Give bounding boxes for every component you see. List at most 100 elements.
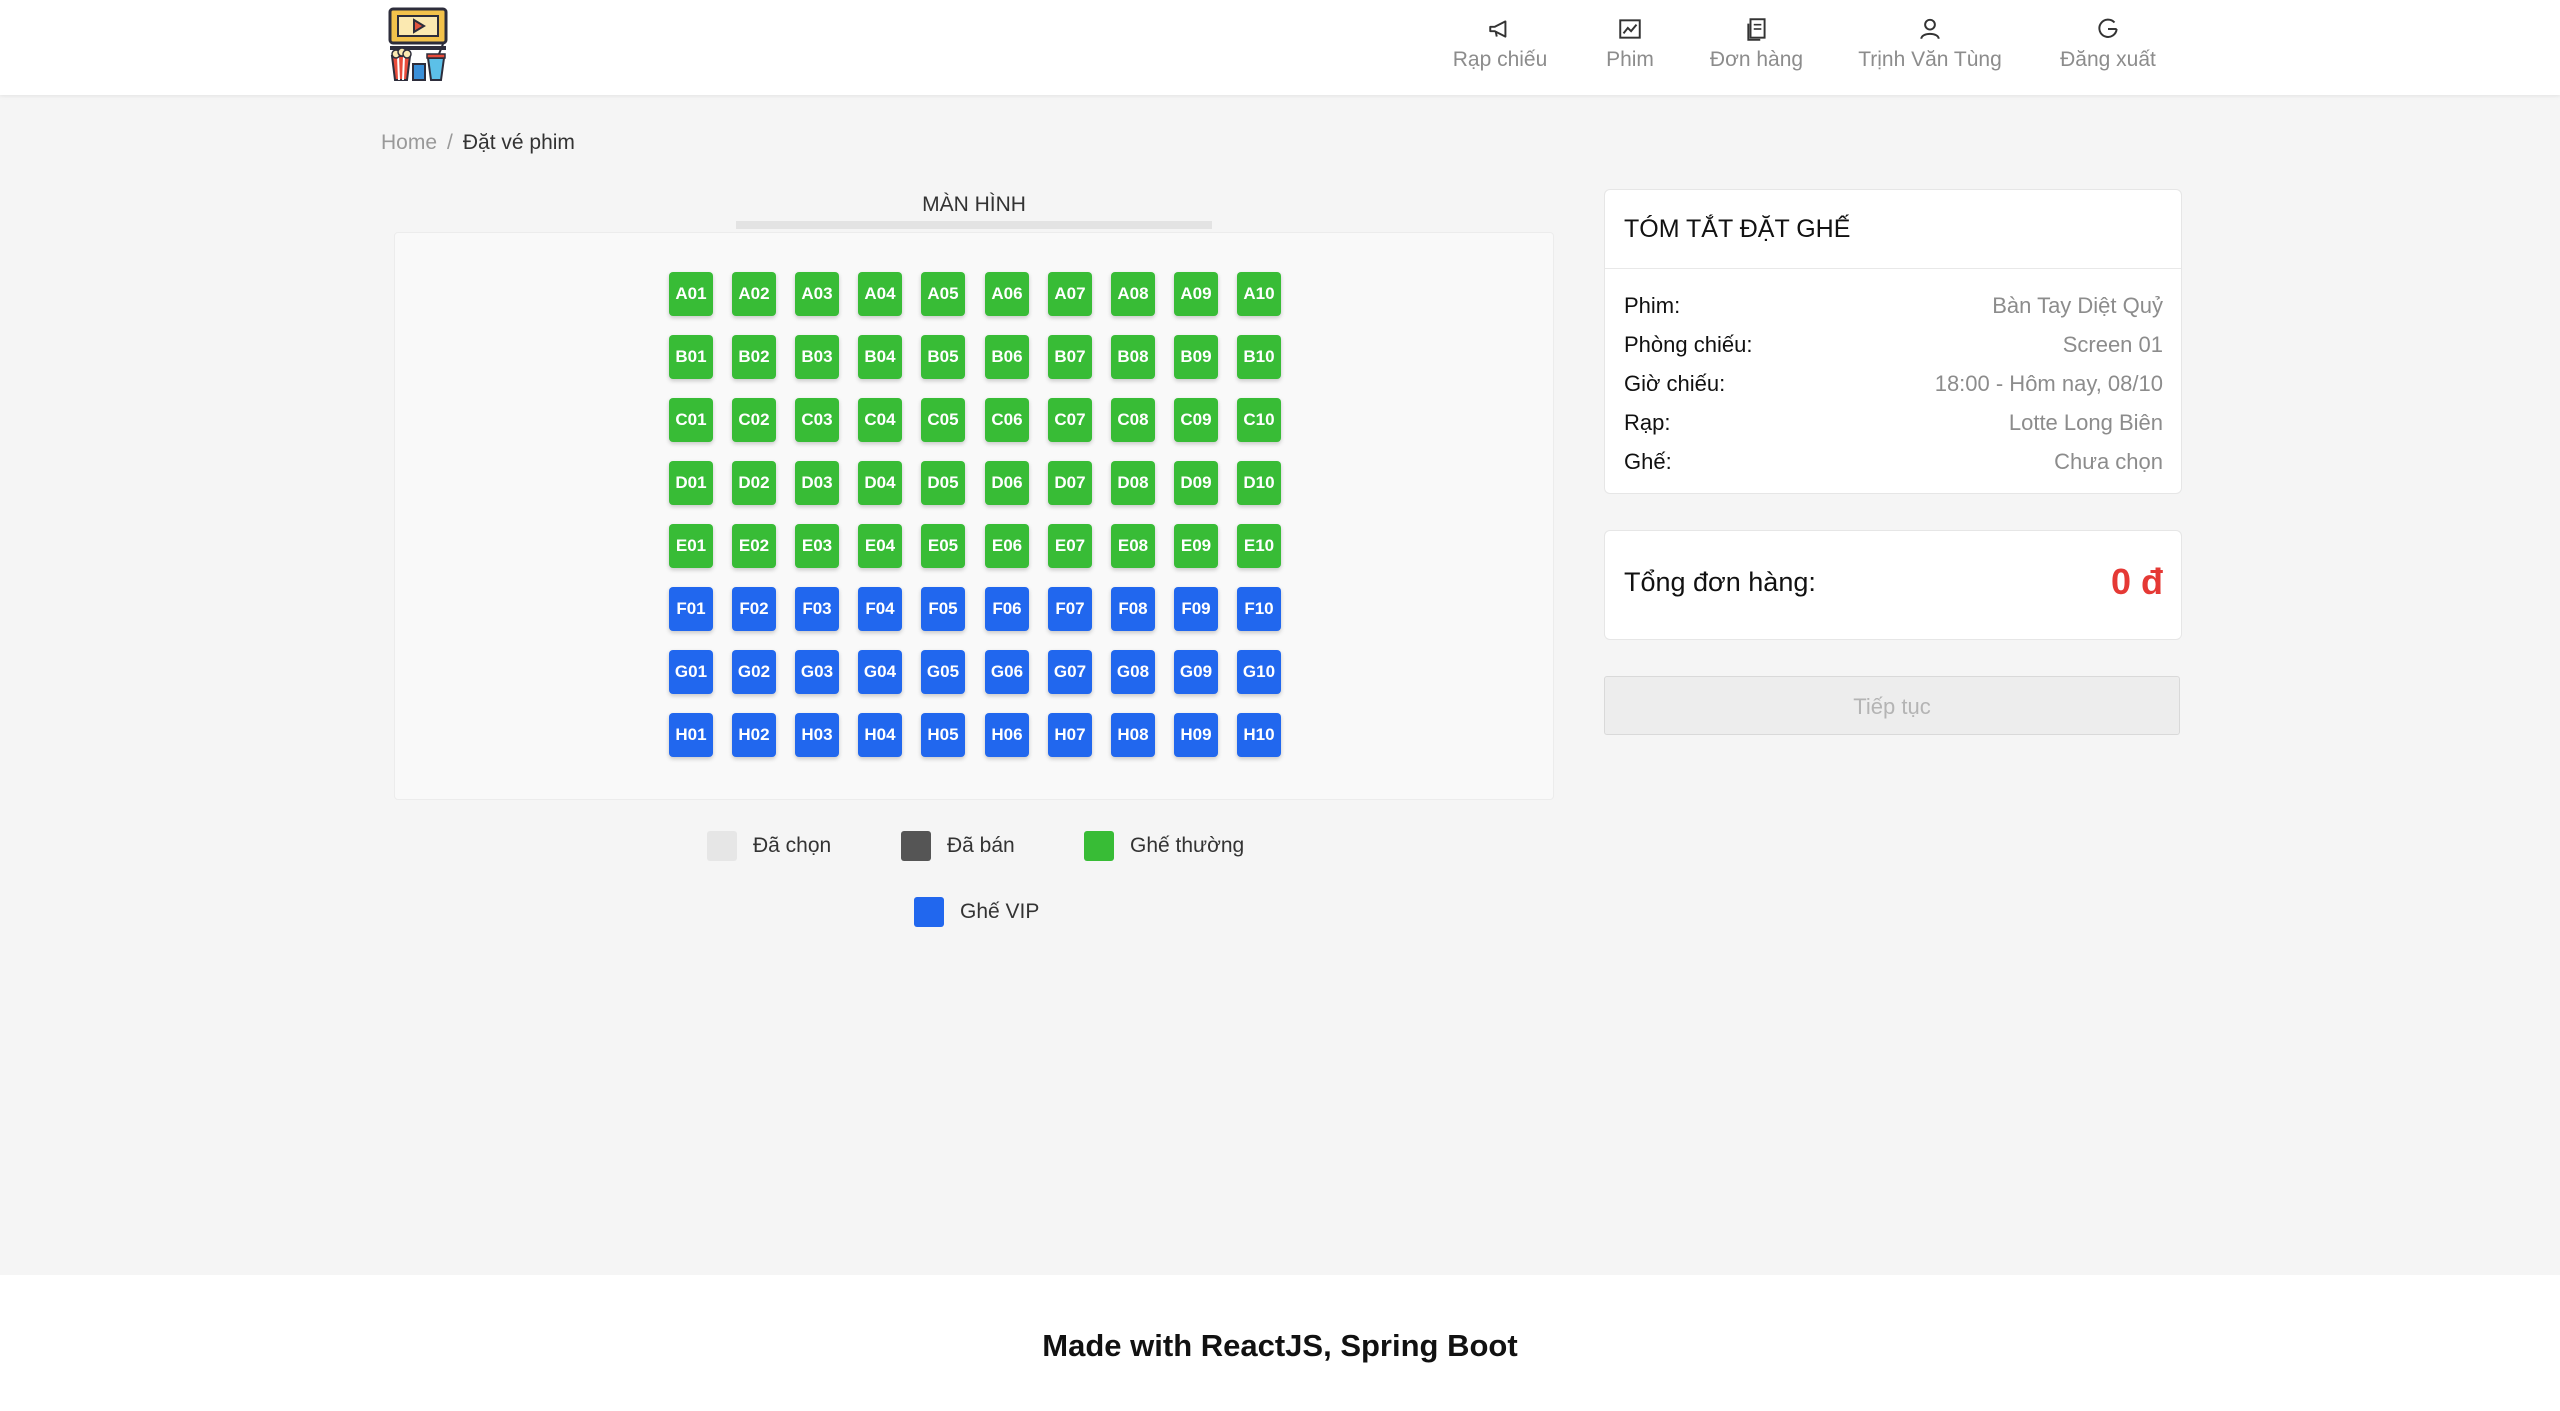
regular-seat[interactable]: D08 [1111,461,1155,505]
vip-seat[interactable]: G04 [858,650,902,694]
nav-logout-label: Đăng xuất [2060,48,2156,71]
regular-seat[interactable]: B09 [1174,335,1218,379]
cinema-logo[interactable] [386,6,450,82]
regular-seat[interactable]: C03 [795,398,839,442]
legend-normal: Ghế thường [1084,831,1244,861]
regular-seat[interactable]: C04 [858,398,902,442]
regular-seat[interactable]: E09 [1174,524,1218,568]
nav-cinemas[interactable]: Rạp chiếu [1445,16,1555,76]
regular-seat[interactable]: B10 [1237,335,1281,379]
regular-seat[interactable]: D02 [732,461,776,505]
summary-key: Giờ chiếu: [1624,371,1726,396]
continue-button[interactable]: Tiếp tục [1604,676,2180,735]
document-icon [1746,18,1766,41]
regular-seat[interactable]: B03 [795,335,839,379]
booking-summary-card: TÓM TẮT ĐẶT GHẾ Phim: Bàn Tay Diệt Quỷ P… [1604,189,2182,494]
regular-seat[interactable]: E03 [795,524,839,568]
vip-seat[interactable]: F07 [1048,587,1092,631]
vip-seat[interactable]: G06 [985,650,1029,694]
nav-logout[interactable]: Đăng xuất [2053,16,2163,76]
regular-seat[interactable]: B04 [858,335,902,379]
regular-seat[interactable]: E07 [1048,524,1092,568]
regular-seat[interactable]: C05 [921,398,965,442]
regular-seat[interactable]: E04 [858,524,902,568]
regular-seat[interactable]: B06 [985,335,1029,379]
regular-seat[interactable]: D09 [1174,461,1218,505]
vip-seat[interactable]: H09 [1174,713,1218,757]
regular-seat[interactable]: A08 [1111,272,1155,316]
vip-seat[interactable]: F03 [795,587,839,631]
vip-seat[interactable]: F01 [669,587,713,631]
vip-seat[interactable]: G02 [732,650,776,694]
vip-seat[interactable]: H05 [921,713,965,757]
vip-seat[interactable]: F05 [921,587,965,631]
breadcrumb-home[interactable]: Home [381,131,437,154]
regular-seat[interactable]: A09 [1174,272,1218,316]
vip-seat[interactable]: H06 [985,713,1029,757]
regular-seat[interactable]: E05 [921,524,965,568]
vip-seat[interactable]: F10 [1237,587,1281,631]
vip-seat[interactable]: F08 [1111,587,1155,631]
vip-seat[interactable]: G01 [669,650,713,694]
vip-seat[interactable]: F09 [1174,587,1218,631]
regular-seat[interactable]: E06 [985,524,1029,568]
regular-seat[interactable]: C06 [985,398,1029,442]
nav-orders[interactable]: Đơn hàng [1700,16,1813,76]
regular-seat[interactable]: D04 [858,461,902,505]
nav-movies[interactable]: Phim [1590,16,1670,76]
regular-seat[interactable]: B02 [732,335,776,379]
vip-seat[interactable]: H01 [669,713,713,757]
vip-seat[interactable]: F04 [858,587,902,631]
regular-seat[interactable]: C07 [1048,398,1092,442]
regular-seat[interactable]: D10 [1237,461,1281,505]
regular-seat[interactable]: D06 [985,461,1029,505]
summary-row-movie: Phim: Bàn Tay Diệt Quỷ [1624,291,2163,321]
nav-user-profile[interactable]: Trịnh Văn Tùng [1855,16,2005,76]
regular-seat[interactable]: C02 [732,398,776,442]
regular-seat[interactable]: B08 [1111,335,1155,379]
regular-seat[interactable]: B01 [669,335,713,379]
vip-seat[interactable]: G09 [1174,650,1218,694]
legend-normal-swatch [1084,831,1114,861]
regular-seat[interactable]: E08 [1111,524,1155,568]
regular-seat[interactable]: D03 [795,461,839,505]
vip-seat[interactable]: H03 [795,713,839,757]
vip-seat[interactable]: H02 [732,713,776,757]
regular-seat[interactable]: B07 [1048,335,1092,379]
summary-title: TÓM TẮT ĐẶT GHẾ [1605,190,2181,269]
regular-seat[interactable]: C09 [1174,398,1218,442]
vip-seat[interactable]: F06 [985,587,1029,631]
vip-seat[interactable]: H04 [858,713,902,757]
regular-seat[interactable]: A10 [1237,272,1281,316]
summary-row-room: Phòng chiếu: Screen 01 [1624,330,2163,360]
legend-vip-swatch [914,897,944,927]
regular-seat[interactable]: B05 [921,335,965,379]
regular-seat[interactable]: A01 [669,272,713,316]
regular-seat[interactable]: C08 [1111,398,1155,442]
regular-seat[interactable]: D01 [669,461,713,505]
regular-seat[interactable]: E02 [732,524,776,568]
regular-seat[interactable]: E01 [669,524,713,568]
regular-seat[interactable]: A03 [795,272,839,316]
vip-seat[interactable]: G03 [795,650,839,694]
regular-seat[interactable]: A07 [1048,272,1092,316]
summary-key: Phòng chiếu: [1624,332,1753,357]
vip-seat[interactable]: G08 [1111,650,1155,694]
regular-seat[interactable]: C01 [669,398,713,442]
vip-seat[interactable]: H10 [1237,713,1281,757]
vip-seat[interactable]: H07 [1048,713,1092,757]
regular-seat[interactable]: D07 [1048,461,1092,505]
vip-seat[interactable]: G07 [1048,650,1092,694]
regular-seat[interactable]: A02 [732,272,776,316]
regular-seat[interactable]: E10 [1237,524,1281,568]
regular-seat[interactable]: A04 [858,272,902,316]
regular-seat[interactable]: A06 [985,272,1029,316]
vip-seat[interactable]: G05 [921,650,965,694]
regular-seat[interactable]: C10 [1237,398,1281,442]
vip-seat[interactable]: H08 [1111,713,1155,757]
regular-seat[interactable]: A05 [921,272,965,316]
vip-seat[interactable]: G10 [1237,650,1281,694]
regular-seat[interactable]: D05 [921,461,965,505]
breadcrumb-current: Đặt vé phim [462,131,575,154]
vip-seat[interactable]: F02 [732,587,776,631]
